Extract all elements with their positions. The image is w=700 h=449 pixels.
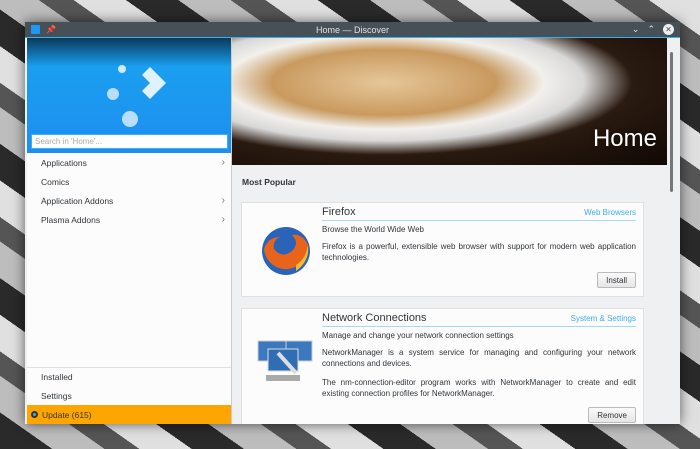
section-title: Most Popular — [242, 177, 296, 187]
app-name[interactable]: Network Connections — [322, 312, 427, 324]
discover-logo: Search in 'Home'... — [27, 38, 231, 153]
item-label: Comics — [41, 176, 70, 187]
pin-icon[interactable]: 📌 — [46, 25, 56, 34]
window-title: Home — Discover — [315, 24, 389, 35]
scrollbar-thumb[interactable] — [670, 52, 673, 192]
minimize-button[interactable]: ⌄ — [632, 24, 640, 35]
chevron-right-icon: › — [221, 214, 225, 225]
chevron-right-icon: › — [221, 195, 225, 206]
app-category-link[interactable]: System & Settings — [571, 314, 636, 323]
app-name[interactable]: Firefox — [322, 206, 356, 218]
discover-window: 📌 Home — Discover ⌄ ⌃ ✕ Search in 'Home'..… — [25, 22, 680, 424]
title-bar: 📌 Home — Discover ⌄ ⌃ ✕ — [25, 22, 680, 38]
install-button[interactable]: Install — [597, 272, 636, 288]
item-label: Installed — [41, 372, 73, 382]
sidebar: Search in 'Home'... Applications › Comics… — [27, 38, 232, 424]
app-description: The nm-connection-editor program works w… — [322, 378, 636, 398]
app-description: Firefox is a powerful, extensible web br… — [322, 242, 636, 262]
close-button[interactable]: ✕ — [663, 24, 674, 35]
sidebar-item-comics[interactable]: Comics — [27, 172, 231, 191]
sidebar-item-settings[interactable]: Settings — [27, 386, 231, 405]
app-summary: Browse the World Wide Web — [322, 225, 424, 234]
app-card-firefox[interactable]: Firefox Web Browsers Browse the World Wi… — [241, 202, 644, 297]
banner-title: Home — [592, 125, 657, 152]
item-label: Update (615) — [42, 409, 92, 420]
sidebar-item-installed[interactable]: Installed — [27, 367, 231, 386]
firefox-icon — [262, 227, 310, 275]
main-content: Home Most Popular Firefox Web Browsers B… — [232, 38, 667, 424]
app-description: NetworkManager is a system service for m… — [322, 348, 636, 368]
app-summary: Manage and change your network connectio… — [322, 331, 514, 340]
sidebar-item-plasma-addons[interactable]: Plasma Addons › — [27, 210, 231, 229]
sidebar-item-applications[interactable]: Applications › — [27, 153, 231, 172]
sidebar-item-application-addons[interactable]: Application Addons › — [27, 191, 231, 210]
maximize-button[interactable]: ⌃ — [647, 24, 655, 35]
sidebar-item-update[interactable]: Update (615) — [27, 405, 231, 424]
divider — [322, 220, 636, 221]
network-connections-icon — [257, 340, 313, 381]
app-card-network-connections[interactable]: Network Connections System & Settings Ma… — [241, 308, 644, 424]
item-label: Settings — [41, 390, 72, 401]
remove-button[interactable]: Remove — [588, 407, 636, 423]
update-icon — [31, 411, 38, 418]
scrollbar[interactable] — [667, 38, 677, 424]
app-menu-icon[interactable] — [31, 25, 40, 34]
item-label: Application Addons — [41, 195, 114, 206]
search-input[interactable]: Search in 'Home'... — [31, 134, 228, 149]
item-label: Plasma Addons — [41, 214, 101, 225]
divider — [322, 326, 636, 327]
discover-icon — [107, 65, 166, 127]
chevron-right-icon: › — [221, 157, 225, 168]
item-label: Applications — [41, 157, 87, 168]
home-banner: Home — [232, 38, 667, 165]
app-category-link[interactable]: Web Browsers — [584, 208, 636, 217]
